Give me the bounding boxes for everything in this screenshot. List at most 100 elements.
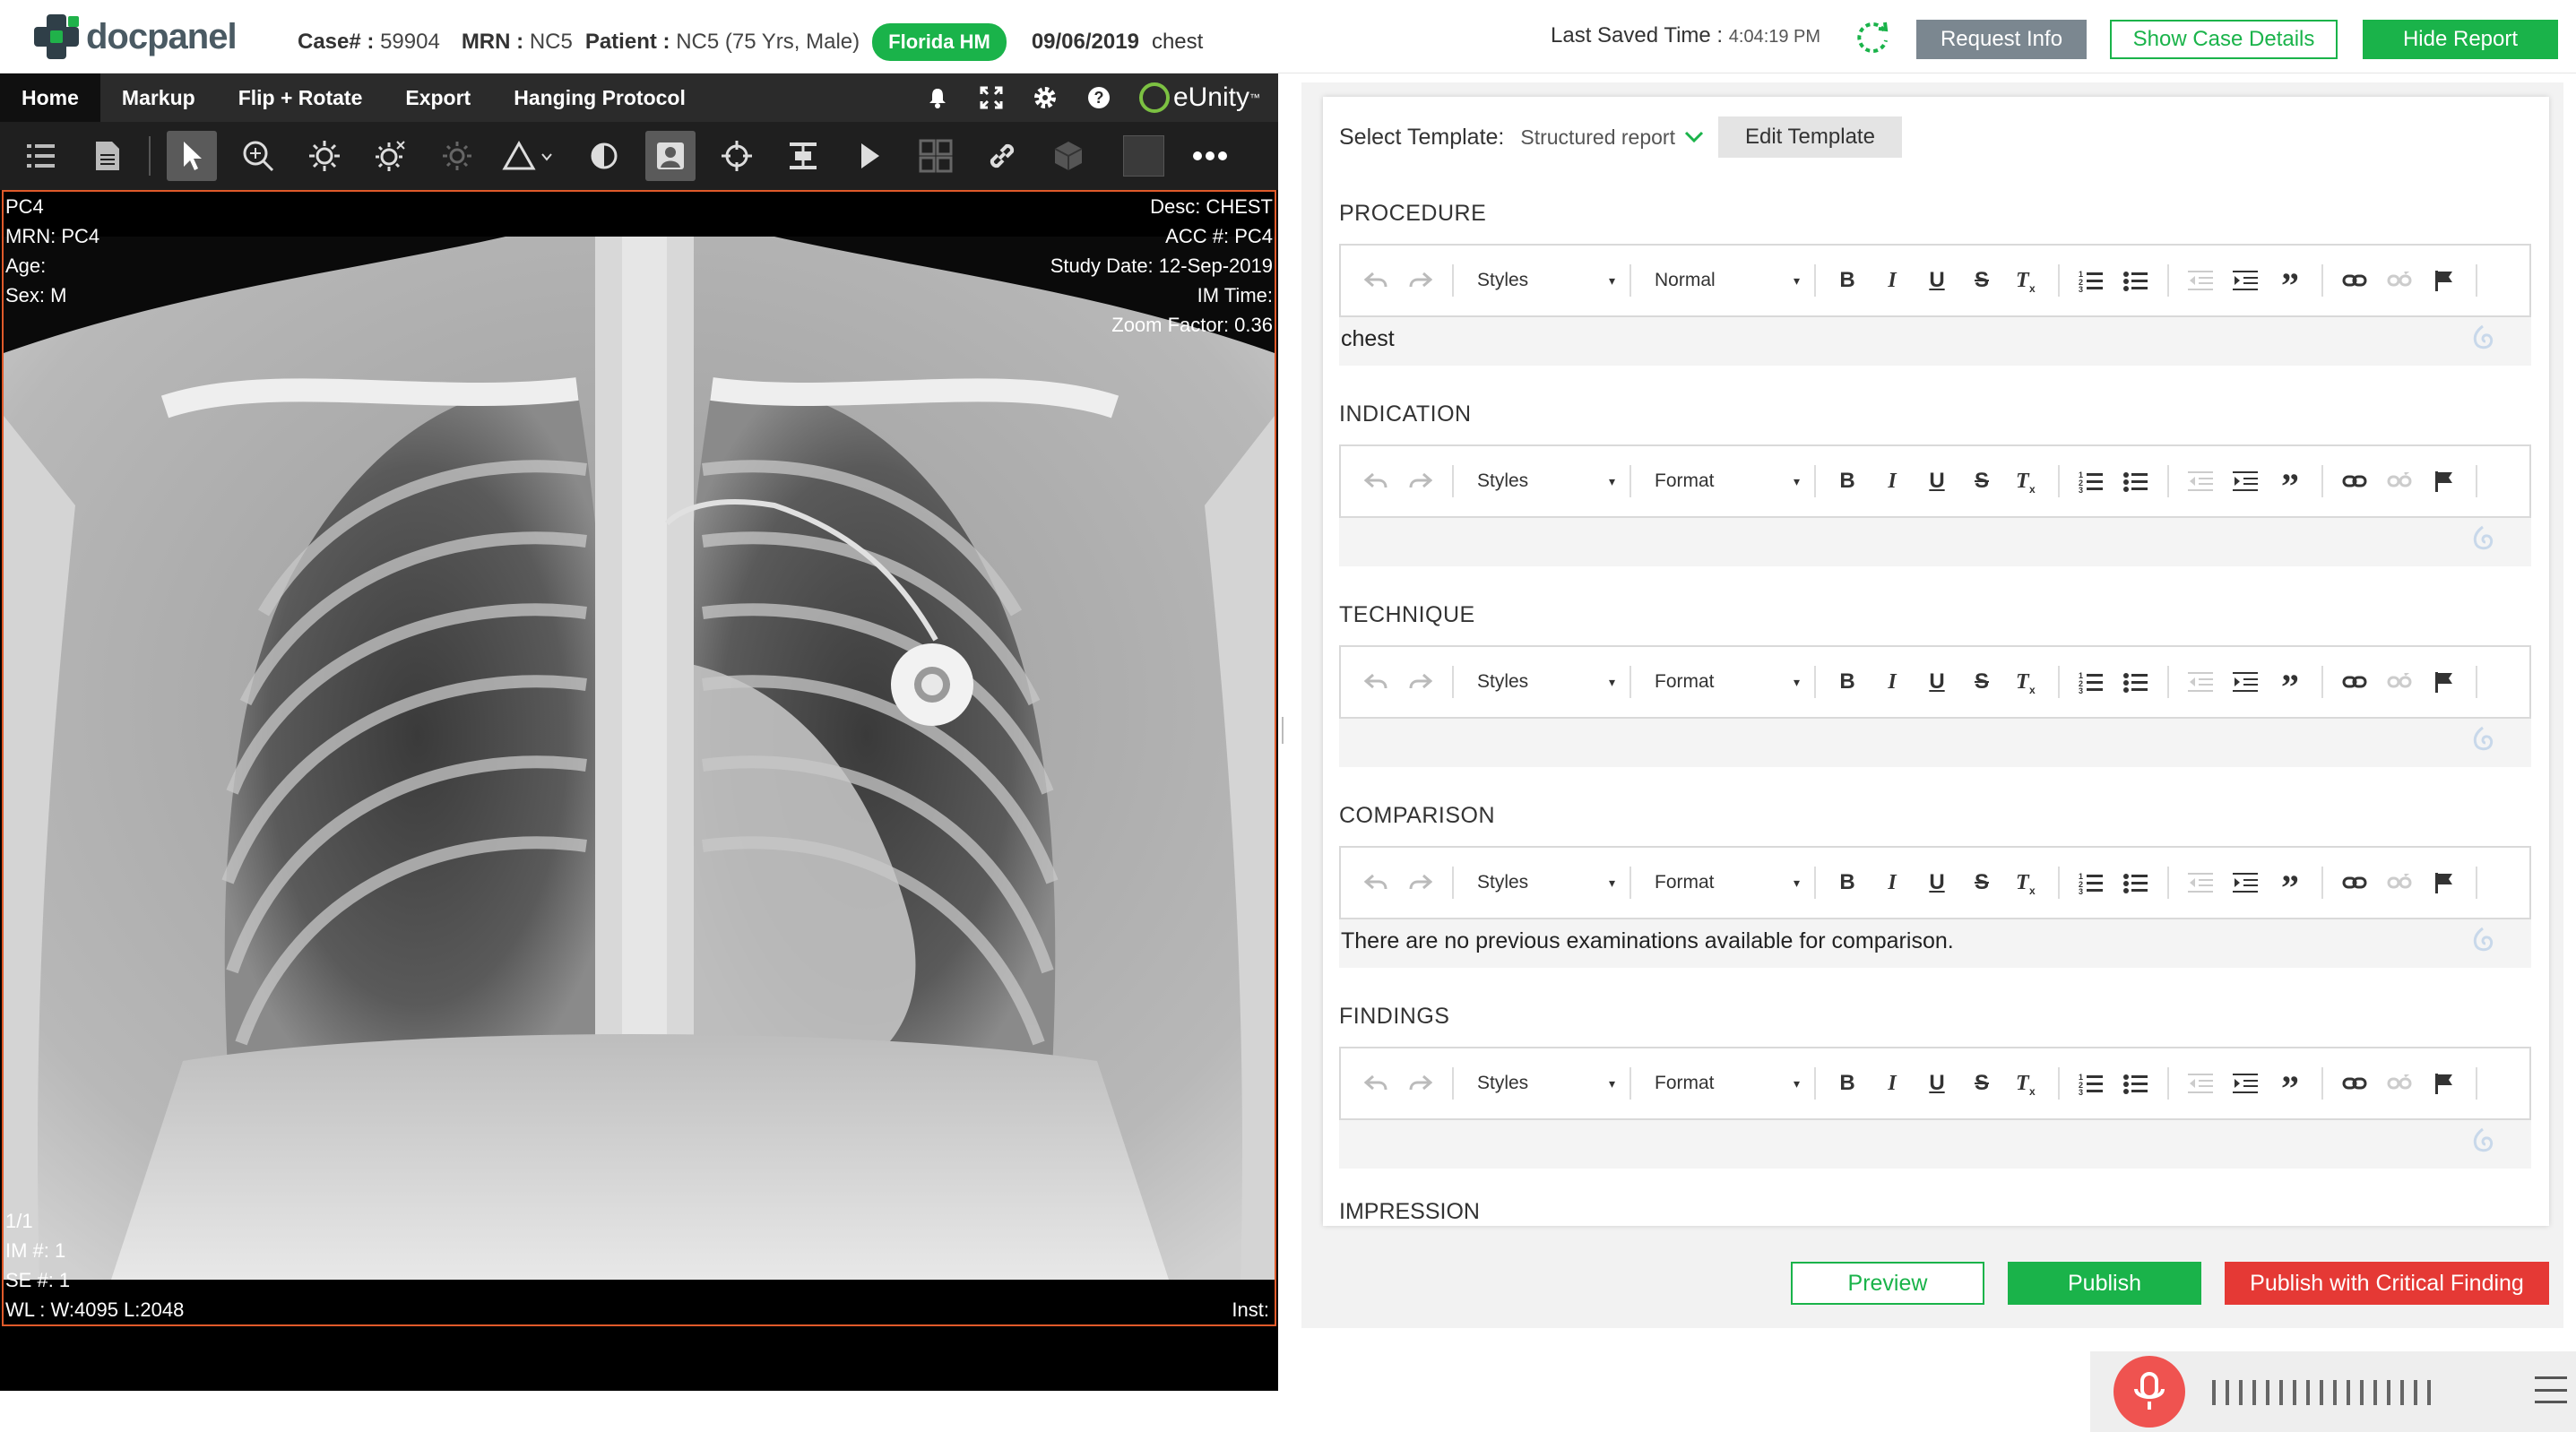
- clear-format-icon[interactable]: Tx: [2013, 869, 2040, 896]
- underline-icon[interactable]: U: [1923, 1070, 1950, 1097]
- menu-hanging-protocol[interactable]: Hanging Protocol: [492, 73, 707, 122]
- indent-icon[interactable]: [2232, 669, 2259, 695]
- undo-icon[interactable]: [1362, 869, 1389, 896]
- redo-icon[interactable]: [1407, 267, 1434, 294]
- numbered-list-icon[interactable]: 123: [2078, 267, 2105, 294]
- undo-icon[interactable]: [1362, 1070, 1389, 1097]
- indent-icon[interactable]: [2232, 1070, 2259, 1097]
- viewport[interactable]: PC4 MRN: PC4 Age: Sex: M Desc: CHEST ACC…: [2, 190, 1276, 1326]
- grammar-check-icon[interactable]: [2470, 324, 2495, 358]
- template-dropdown[interactable]: Structured report: [1520, 125, 1675, 150]
- bullet-list-icon[interactable]: [2122, 468, 2149, 495]
- zoom-icon[interactable]: [233, 131, 283, 181]
- numbered-list-icon[interactable]: 123: [2078, 1070, 2105, 1097]
- bold-icon[interactable]: B: [1834, 869, 1861, 896]
- outdent-icon[interactable]: [2187, 1070, 2214, 1097]
- layout-grid-icon[interactable]: [911, 131, 961, 181]
- format-dropdown[interactable]: Format ▾: [1649, 872, 1800, 893]
- unlink-icon[interactable]: [2386, 1070, 2413, 1097]
- undo-icon[interactable]: [1362, 267, 1389, 294]
- bullet-list-icon[interactable]: [2122, 869, 2149, 896]
- color-swatch-icon[interactable]: [1119, 131, 1169, 181]
- window-level-preset-icon[interactable]: [432, 131, 482, 181]
- italic-icon[interactable]: I: [1879, 468, 1906, 495]
- link-icon[interactable]: [2341, 669, 2368, 695]
- redo-icon[interactable]: [1407, 1070, 1434, 1097]
- redo-icon[interactable]: [1407, 669, 1434, 695]
- 3d-cube-icon[interactable]: [1043, 131, 1094, 181]
- menu-hamburger-icon[interactable]: [2535, 1376, 2567, 1403]
- format-dropdown[interactable]: Normal ▾: [1649, 270, 1800, 291]
- unlink-icon[interactable]: [2386, 468, 2413, 495]
- bold-icon[interactable]: B: [1834, 669, 1861, 695]
- report-document-icon[interactable]: [82, 131, 133, 181]
- underline-icon[interactable]: U: [1923, 669, 1950, 695]
- menu-export[interactable]: Export: [384, 73, 492, 122]
- format-dropdown[interactable]: Format ▾: [1649, 671, 1800, 693]
- measure-angle-icon[interactable]: [498, 131, 563, 181]
- menu-home[interactable]: Home: [0, 73, 100, 122]
- outdent-icon[interactable]: [2187, 468, 2214, 495]
- italic-icon[interactable]: I: [1879, 1070, 1906, 1097]
- blockquote-icon[interactable]: ”: [2277, 869, 2304, 906]
- underline-icon[interactable]: U: [1923, 267, 1950, 294]
- gear-icon[interactable]: [1032, 84, 1059, 111]
- pointer-icon[interactable]: [167, 131, 217, 181]
- styles-dropdown[interactable]: Styles ▾: [1472, 1073, 1615, 1094]
- clear-format-icon[interactable]: Tx: [2013, 267, 2040, 294]
- more-options-icon[interactable]: [1185, 131, 1235, 181]
- scroll-stack-icon[interactable]: [778, 131, 828, 181]
- blockquote-icon[interactable]: ”: [2277, 669, 2304, 705]
- help-icon[interactable]: ?: [1085, 84, 1112, 111]
- link-icon[interactable]: [2341, 1070, 2368, 1097]
- anchor-flag-icon[interactable]: [2431, 468, 2458, 495]
- numbered-list-icon[interactable]: 123: [2078, 869, 2105, 896]
- anchor-flag-icon[interactable]: [2431, 869, 2458, 896]
- crosshair-icon[interactable]: [712, 131, 762, 181]
- blockquote-icon[interactable]: ”: [2277, 1070, 2304, 1107]
- patient-info-icon[interactable]: [645, 131, 696, 181]
- grammar-check-icon[interactable]: [2470, 1127, 2495, 1160]
- bullet-list-icon[interactable]: [2122, 1070, 2149, 1097]
- grammar-check-icon[interactable]: [2470, 726, 2495, 759]
- blockquote-icon[interactable]: ”: [2277, 468, 2304, 505]
- auto-window-level-icon[interactable]: [366, 131, 416, 181]
- editor-content[interactable]: [1339, 1120, 2531, 1169]
- publish-button[interactable]: Publish: [2008, 1262, 2201, 1305]
- underline-icon[interactable]: U: [1923, 468, 1950, 495]
- bold-icon[interactable]: B: [1834, 468, 1861, 495]
- brightness-icon[interactable]: [299, 131, 350, 181]
- series-list-icon[interactable]: [16, 131, 66, 181]
- link-series-icon[interactable]: [977, 131, 1027, 181]
- styles-dropdown[interactable]: Styles ▾: [1472, 872, 1615, 893]
- undo-icon[interactable]: [1362, 468, 1389, 495]
- italic-icon[interactable]: I: [1879, 669, 1906, 695]
- unlink-icon[interactable]: [2386, 869, 2413, 896]
- undo-icon[interactable]: [1362, 669, 1389, 695]
- indent-icon[interactable]: [2232, 267, 2259, 294]
- redo-icon[interactable]: [1407, 468, 1434, 495]
- unlink-icon[interactable]: [2386, 267, 2413, 294]
- refresh-icon[interactable]: [1854, 18, 1891, 56]
- preview-button[interactable]: Preview: [1791, 1262, 1984, 1305]
- link-icon[interactable]: [2341, 468, 2368, 495]
- underline-icon[interactable]: U: [1923, 869, 1950, 896]
- blockquote-icon[interactable]: ”: [2277, 267, 2304, 304]
- fullscreen-icon[interactable]: [978, 84, 1005, 111]
- italic-icon[interactable]: I: [1879, 267, 1906, 294]
- unlink-icon[interactable]: [2386, 669, 2413, 695]
- strikethrough-icon[interactable]: S: [1968, 1070, 1995, 1097]
- numbered-list-icon[interactable]: 123: [2078, 669, 2105, 695]
- bell-icon[interactable]: [924, 84, 951, 111]
- publish-critical-button[interactable]: Publish with Critical Finding: [2225, 1262, 2549, 1305]
- chevron-down-icon[interactable]: [1684, 131, 1704, 143]
- menu-flip-rotate[interactable]: Flip + Rotate: [217, 73, 385, 122]
- italic-icon[interactable]: I: [1879, 869, 1906, 896]
- invert-icon[interactable]: [579, 131, 629, 181]
- edit-template-button[interactable]: Edit Template: [1717, 116, 1902, 158]
- bullet-list-icon[interactable]: [2122, 267, 2149, 294]
- clear-format-icon[interactable]: Tx: [2013, 1070, 2040, 1097]
- styles-dropdown[interactable]: Styles ▾: [1472, 671, 1615, 693]
- editor-content[interactable]: chest: [1339, 317, 2531, 366]
- menu-markup[interactable]: Markup: [100, 73, 217, 122]
